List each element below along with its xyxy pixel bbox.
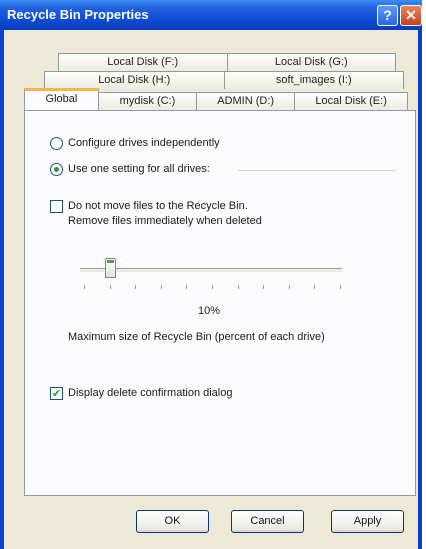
slider-tick — [314, 285, 316, 289]
title-bar[interactable]: Recycle Bin Properties ? ✕ — [0, 0, 422, 30]
tab-row-2: Local Disk (H:) soft_images (I:) — [44, 71, 404, 89]
slider-tick — [288, 285, 290, 289]
slider-tick — [212, 285, 213, 289]
slider-tick — [84, 285, 85, 289]
slider-tick — [135, 285, 137, 289]
ok-button[interactable]: OK — [136, 510, 209, 533]
confirm-delete-checkbox[interactable]: ✔ — [50, 387, 63, 400]
one-setting-label[interactable]: Use one setting for all drives: — [68, 163, 210, 175]
one-setting-radio[interactable] — [50, 163, 63, 176]
do-not-move-checkbox[interactable] — [50, 200, 63, 213]
properties-dialog: Recycle Bin Properties ? ✕ Local Disk (F… — [0, 0, 422, 549]
slider-tick — [109, 285, 111, 289]
tab-local-disk-e[interactable]: Local Disk (E:) — [294, 92, 408, 110]
apply-button[interactable]: Apply — [331, 510, 404, 533]
slider-tick — [160, 285, 162, 289]
slider-tick — [340, 285, 341, 289]
tab-local-disk-g[interactable]: Local Disk (G:) — [226, 53, 396, 71]
slider-caption: Maximum size of Recycle Bin (percent of … — [68, 331, 325, 343]
do-not-move-label-line2: Remove files immediately when deleted — [68, 215, 262, 227]
confirm-delete-label[interactable]: Display delete confirmation dialog — [68, 387, 232, 399]
slider-value-text: 10% — [198, 305, 221, 317]
configure-independently-label[interactable]: Configure drives independently — [68, 137, 220, 149]
tab-local-disk-f[interactable]: Local Disk (F:) — [58, 53, 228, 71]
group-separator — [238, 170, 396, 171]
configure-independently-radio[interactable] — [50, 137, 63, 150]
close-button[interactable]: ✕ — [400, 5, 422, 26]
tab-local-disk-h[interactable]: Local Disk (H:) — [44, 71, 225, 89]
tab-global[interactable]: Global — [24, 88, 99, 110]
recycle-bin-size-slider-thumb[interactable] — [104, 258, 116, 278]
window-title: Recycle Bin Properties — [7, 7, 149, 22]
do-not-move-label-line1[interactable]: Do not move files to the Recycle Bin. — [68, 200, 248, 212]
recycle-bin-size-slider-track[interactable] — [80, 268, 342, 273]
tab-row-1: Local Disk (F:) Local Disk (G:) — [58, 53, 396, 71]
cancel-button[interactable]: Cancel — [231, 510, 304, 533]
window-frame-left — [0, 30, 4, 549]
slider-tick — [263, 285, 265, 289]
tab-row-3: Global mydisk (C:) ADMIN (D:) Local Disk… — [24, 88, 408, 110]
slider-tick — [237, 285, 239, 289]
tab-admin-d[interactable]: ADMIN (D:) — [196, 92, 296, 110]
slider-tick — [186, 285, 188, 289]
tab-soft-images-i[interactable]: soft_images (I:) — [223, 71, 404, 89]
tab-mydisk-c[interactable]: mydisk (C:) — [97, 92, 198, 110]
help-button[interactable]: ? — [377, 5, 398, 26]
